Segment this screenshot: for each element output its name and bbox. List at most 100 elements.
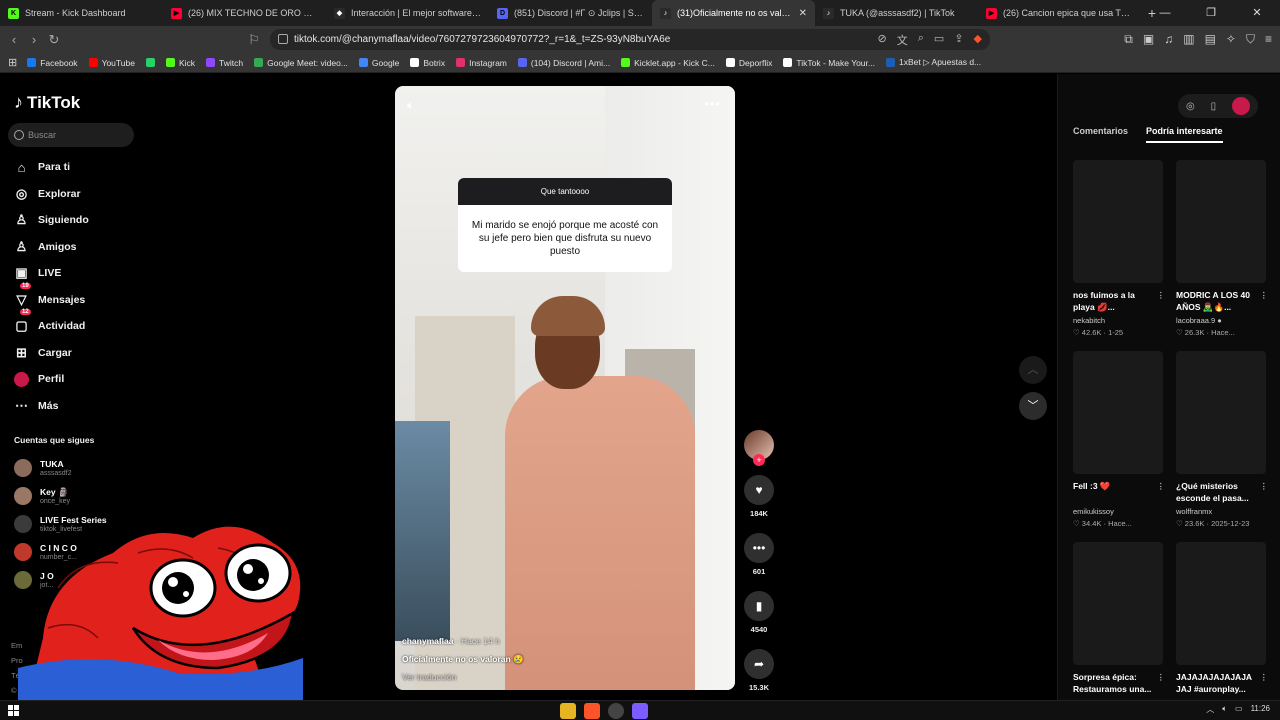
next-video-button[interactable]: ﹀ [1019, 392, 1047, 420]
following-account[interactable]: Key 🗿 once_key [14, 482, 107, 510]
browser-tab[interactable]: K Stream - Kick Dashboard [0, 0, 163, 26]
zoom-icon[interactable]: ⌕ [918, 32, 924, 48]
streaming-app-icon[interactable] [632, 703, 648, 719]
tiktok-logo[interactable]: ♪ TikTok [14, 92, 80, 113]
following-account[interactable]: TUKA asssasdf2 [14, 454, 107, 482]
url-field[interactable]: tiktok.com/@chanymaflaa/video/7607279723… [270, 29, 990, 50]
network-icon[interactable]: ▭ [1235, 704, 1243, 715]
creator-avatar[interactable]: + [744, 430, 774, 466]
browser-tab[interactable]: ◆ Interacción | El mejor software para ..… [326, 0, 489, 26]
device-icon[interactable]: ▯ [1211, 101, 1217, 112]
tray-chevron-icon[interactable]: ︿ [1206, 704, 1214, 715]
share-action[interactable]: ➦ 15.3K [742, 649, 776, 692]
bookmark-save-icon[interactable]: ▮ [744, 591, 774, 621]
bookmark-item[interactable]: Facebook [27, 57, 78, 68]
video-more-icon[interactable]: ••• [704, 96, 721, 111]
tab-recommended[interactable]: Podría interesarte [1146, 126, 1223, 143]
obs-icon[interactable] [608, 703, 624, 719]
close-window-button[interactable]: ✕ [1234, 0, 1280, 26]
browser-tab[interactable]: ▶ (26) MIX TECHNO DE ORO DE 80's & ... [163, 0, 326, 26]
sidebar-item-profile[interactable]: Perfil [14, 366, 89, 393]
comment-action[interactable]: ••• 601 [742, 533, 776, 576]
bookmark-item[interactable]: Kick [165, 57, 195, 68]
windows-start-icon[interactable] [8, 705, 19, 716]
menu-icon[interactable]: ≡ [1265, 32, 1272, 47]
bookmark-item[interactable]: YouTube [88, 57, 135, 68]
video-author[interactable]: emikukissoy [1073, 506, 1165, 518]
extension-icon[interactable]: ⧉ [1124, 32, 1133, 47]
music-icon[interactable]: ♫ [1164, 32, 1173, 47]
bookmark-item[interactable]: Twitch [206, 57, 243, 68]
sidebar-item-more[interactable]: ⋯ Más [14, 393, 89, 420]
previous-video-button[interactable]: ︿ [1019, 356, 1047, 384]
sidebar-item-following[interactable]: ♙ Siguiendo [14, 207, 89, 234]
browser-tab[interactable]: ▶ (26) Cancion epica que usa TheGref... [978, 0, 1141, 26]
share-arrow-icon[interactable]: ➦ [744, 649, 774, 679]
bookmark-item[interactable]: (104) Discord | Ami... [517, 57, 610, 68]
bookmark-item[interactable]: TikTok - Make Your... [783, 57, 875, 68]
video-player[interactable]: 🔈︎ ••• Que tantoooo Mi marido se enojó p… [395, 86, 735, 690]
screenshot-icon[interactable]: ▣ [1143, 32, 1154, 47]
minimize-button[interactable]: — [1142, 0, 1188, 26]
sidebar-item-compass[interactable]: ◎ Explorar [14, 181, 89, 208]
brave-browser-icon[interactable] [584, 703, 600, 719]
back-icon[interactable]: ‹ [4, 32, 24, 47]
card-more-icon[interactable]: ⋮ [1260, 289, 1269, 301]
bookmark-item[interactable]: Instagram [456, 57, 507, 68]
tab-comments[interactable]: Comentarios [1073, 126, 1128, 143]
video-thumbnail[interactable] [1073, 160, 1163, 283]
video-thumbnail[interactable] [1073, 542, 1163, 665]
card-more-icon[interactable]: ⋮ [1157, 671, 1166, 683]
video-author[interactable]: nekabitch [1073, 315, 1165, 327]
sidebar-item-upload[interactable]: ⊞ Cargar [14, 340, 89, 367]
close-tab-icon[interactable]: ✕ [799, 8, 807, 19]
video-thumbnail[interactable] [1176, 542, 1266, 665]
browser-tab[interactable]: D (851) Discord | #Γ ⊙ Jclips | SAPOLIC..… [489, 0, 652, 26]
volume-tray-icon[interactable]: 🔈︎ [1222, 704, 1227, 715]
vpn-icon[interactable]: ⛉ [1246, 32, 1255, 47]
forward-icon[interactable]: › [24, 32, 44, 47]
translate-link[interactable]: Ver traducción [402, 668, 524, 686]
video-author[interactable]: lacobraaa.9 ● [1176, 315, 1268, 327]
ai-icon[interactable]: ✧ [1226, 32, 1236, 47]
translate-icon[interactable]: 文 [897, 32, 908, 48]
browser-tab[interactable]: ♪ (31)Oficialmente no os valora... ✕ [652, 0, 815, 26]
video-author[interactable]: wolffranmx [1176, 506, 1268, 518]
bookmark-item[interactable]: Botrix [410, 57, 445, 68]
brave-shield-icon[interactable]: ◆ [974, 32, 982, 48]
bookmark-item[interactable] [145, 57, 155, 68]
wallet-icon[interactable]: ▤ [1205, 32, 1216, 47]
recommended-video-card[interactable]: ¿Qué misterios esconde el pasa... ⋮ wolffr… [1176, 351, 1268, 542]
sidebar-icon[interactable]: ▥ [1183, 32, 1194, 47]
bookmark-icon[interactable]: ⚐ [244, 32, 264, 48]
video-thumbnail[interactable] [1073, 351, 1163, 474]
card-more-icon[interactable]: ⋮ [1260, 480, 1269, 492]
video-thumbnail[interactable] [1176, 160, 1266, 283]
sidebar-item-activity[interactable]: ▢ 12 Actividad [14, 309, 89, 340]
bookmark-item[interactable]: Deporflix [725, 57, 772, 68]
coins-icon[interactable]: ◎ [1186, 101, 1195, 112]
save-action[interactable]: ▮ 4540 [742, 591, 776, 634]
search-input[interactable]: Buscar [8, 123, 134, 147]
like-action[interactable]: ♥ 184K [742, 475, 776, 518]
bookmark-item[interactable]: Google Meet: video... [254, 57, 348, 68]
comment-icon[interactable]: ••• [744, 533, 774, 563]
browser-tab[interactable]: ♪ TUKA (@asssasdf2) | TikTok [815, 0, 978, 26]
maximize-button[interactable]: ❐ [1188, 0, 1234, 26]
card-more-icon[interactable]: ⋮ [1157, 480, 1166, 492]
follow-plus-icon[interactable]: + [753, 454, 765, 466]
video-author[interactable]: chanymaflaa [402, 636, 454, 646]
share-icon[interactable]: ⇪ [954, 32, 963, 48]
video-thumbnail[interactable] [1176, 351, 1266, 474]
recommended-video-card[interactable]: Sorpresa épica: Restauramos una... ⋮ [1073, 542, 1165, 720]
user-avatar[interactable] [1232, 97, 1251, 115]
reload-icon[interactable]: ↻ [44, 32, 64, 48]
apps-grid-icon[interactable]: ⊞ [8, 56, 17, 69]
eye-off-icon[interactable]: ⊘ [878, 32, 887, 48]
card-more-icon[interactable]: ⋮ [1260, 671, 1269, 683]
volume-icon[interactable]: 🔈︎ [407, 98, 414, 113]
recommended-video-card[interactable]: nos fuimos a la playa 💋... ⋮ nekabitch ♡ 42… [1073, 160, 1165, 351]
heart-icon[interactable]: ♥ [744, 475, 774, 505]
sidebar-item-home[interactable]: ⌂ Para ti [14, 154, 89, 181]
bookmark-item[interactable]: 1xBet ▷ Apuestas d... [886, 57, 981, 68]
